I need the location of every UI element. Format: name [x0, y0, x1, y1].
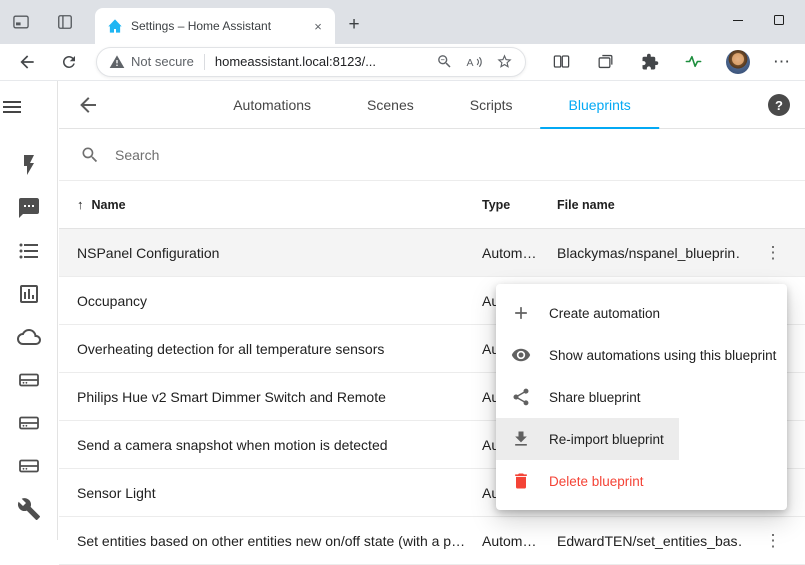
- search-row: [59, 129, 805, 181]
- row-overflow-menu-icon[interactable]: ⋮: [761, 241, 785, 265]
- server-icon[interactable]: [17, 454, 41, 478]
- window-controls: ×: [717, 0, 805, 40]
- blueprint-name: Send a camera snapshot when motion is de…: [59, 437, 482, 453]
- column-header-file[interactable]: File name: [557, 198, 741, 212]
- maximize-icon[interactable]: [758, 0, 799, 40]
- menu-item-delete-blueprint[interactable]: Delete blueprint: [496, 460, 659, 502]
- new-tab-button[interactable]: +: [341, 12, 367, 38]
- page-header: Automations Scenes Scripts Blueprints ?: [59, 81, 805, 129]
- zoom-out-icon[interactable]: [435, 53, 453, 71]
- automation-nav-tabs: Automations Scenes Scripts Blueprints: [205, 81, 659, 129]
- toolbar-actions: ⋯: [548, 48, 797, 75]
- column-header-name[interactable]: Name: [92, 198, 126, 212]
- column-header-type[interactable]: Type: [482, 198, 557, 212]
- blueprint-name: Set entities based on other entities new…: [59, 533, 482, 549]
- profile-avatar[interactable]: [724, 48, 751, 75]
- table-row[interactable]: NSPanel Configuration Autom… Blackymas/n…: [59, 229, 805, 277]
- home-assistant-favicon-icon: [107, 18, 123, 34]
- blueprint-name: Sensor Light: [59, 485, 482, 501]
- history-icon[interactable]: [17, 282, 41, 306]
- address-divider: [204, 54, 205, 70]
- menu-item-share-blueprint[interactable]: Share blueprint: [496, 376, 656, 418]
- help-icon[interactable]: ?: [768, 94, 790, 116]
- close-window-icon[interactable]: ×: [799, 0, 805, 40]
- menu-item-reimport-blueprint[interactable]: Re-import blueprint: [496, 418, 679, 460]
- not-secure-warning-icon[interactable]: [109, 54, 125, 70]
- download-icon: [511, 429, 531, 449]
- search-icon: [80, 145, 100, 165]
- back-arrow-icon[interactable]: [76, 93, 100, 117]
- browser-menu-icon[interactable]: ⋯: [768, 48, 795, 75]
- table-header: ↑ Name Type File name: [59, 181, 805, 229]
- favorite-star-icon[interactable]: [495, 53, 513, 71]
- split-screen-icon[interactable]: [548, 48, 575, 75]
- refresh-icon[interactable]: [54, 47, 84, 77]
- tab-blueprints[interactable]: Blueprints: [541, 81, 659, 129]
- blueprint-file: Blackymas/nspanel_blueprin…: [557, 245, 741, 261]
- vertical-tabs-icon[interactable]: [52, 9, 78, 35]
- workspaces-icon[interactable]: [8, 9, 34, 35]
- cloud-icon[interactable]: [17, 325, 41, 349]
- sidebar-menu-icon[interactable]: [0, 95, 24, 119]
- search-input[interactable]: [113, 146, 533, 164]
- svg-text:A: A: [467, 56, 474, 68]
- browser-toolbar: Not secure homeassistant.local:8123/... …: [0, 44, 805, 81]
- browser-essentials-icon[interactable]: [680, 48, 707, 75]
- assist-chat-icon[interactable]: [17, 196, 41, 220]
- blueprint-type: Autom…: [482, 245, 557, 261]
- todo-list-icon[interactable]: [17, 239, 41, 263]
- browser-tab[interactable]: Settings – Home Assistant ×: [95, 8, 335, 44]
- blueprint-name: Occupancy: [59, 293, 482, 309]
- extensions-icon[interactable]: [636, 48, 663, 75]
- back-icon[interactable]: [12, 47, 42, 77]
- sort-ascending-icon[interactable]: ↑: [77, 197, 84, 212]
- blueprint-name: NSPanel Configuration: [59, 245, 482, 261]
- share-icon: [511, 387, 531, 407]
- tab-scripts[interactable]: Scripts: [442, 81, 541, 129]
- row-overflow-menu-icon[interactable]: ⋮: [761, 529, 785, 553]
- table-row[interactable]: Set entities based on other entities new…: [59, 517, 805, 565]
- tab-scenes[interactable]: Scenes: [339, 81, 442, 129]
- server-icon[interactable]: [17, 411, 41, 435]
- blueprint-context-menu: Create automation Show automations using…: [496, 284, 787, 510]
- energy-icon[interactable]: [17, 153, 41, 177]
- read-aloud-icon[interactable]: A: [465, 53, 483, 71]
- eye-icon: [511, 345, 531, 365]
- server-icon[interactable]: [17, 368, 41, 392]
- blueprint-name: Philips Hue v2 Smart Dimmer Switch and R…: [59, 389, 482, 405]
- trash-icon: [511, 471, 531, 491]
- developer-tools-icon[interactable]: [17, 497, 41, 521]
- url-text[interactable]: homeassistant.local:8123/...: [215, 54, 423, 69]
- tab-automations[interactable]: Automations: [205, 81, 339, 129]
- close-tab-icon[interactable]: ×: [309, 17, 327, 35]
- menu-item-show-automations[interactable]: Show automations using this blueprint: [496, 334, 791, 376]
- collections-icon[interactable]: [592, 48, 619, 75]
- blueprint-name: Overheating detection for all temperatur…: [59, 341, 482, 357]
- plus-icon: [511, 303, 531, 323]
- security-label: Not secure: [131, 54, 194, 69]
- minimize-icon[interactable]: [717, 0, 758, 40]
- blueprint-type: Autom…: [482, 533, 557, 549]
- browser-titlebar: Settings – Home Assistant × + ×: [0, 0, 805, 44]
- menu-item-create-automation[interactable]: Create automation: [496, 292, 675, 334]
- browser-tab-title: Settings – Home Assistant: [131, 19, 309, 33]
- address-bar[interactable]: Not secure homeassistant.local:8123/... …: [96, 47, 526, 77]
- blueprint-file: EdwardTEN/set_entities_bas…: [557, 533, 741, 549]
- ha-sidebar: [0, 81, 58, 540]
